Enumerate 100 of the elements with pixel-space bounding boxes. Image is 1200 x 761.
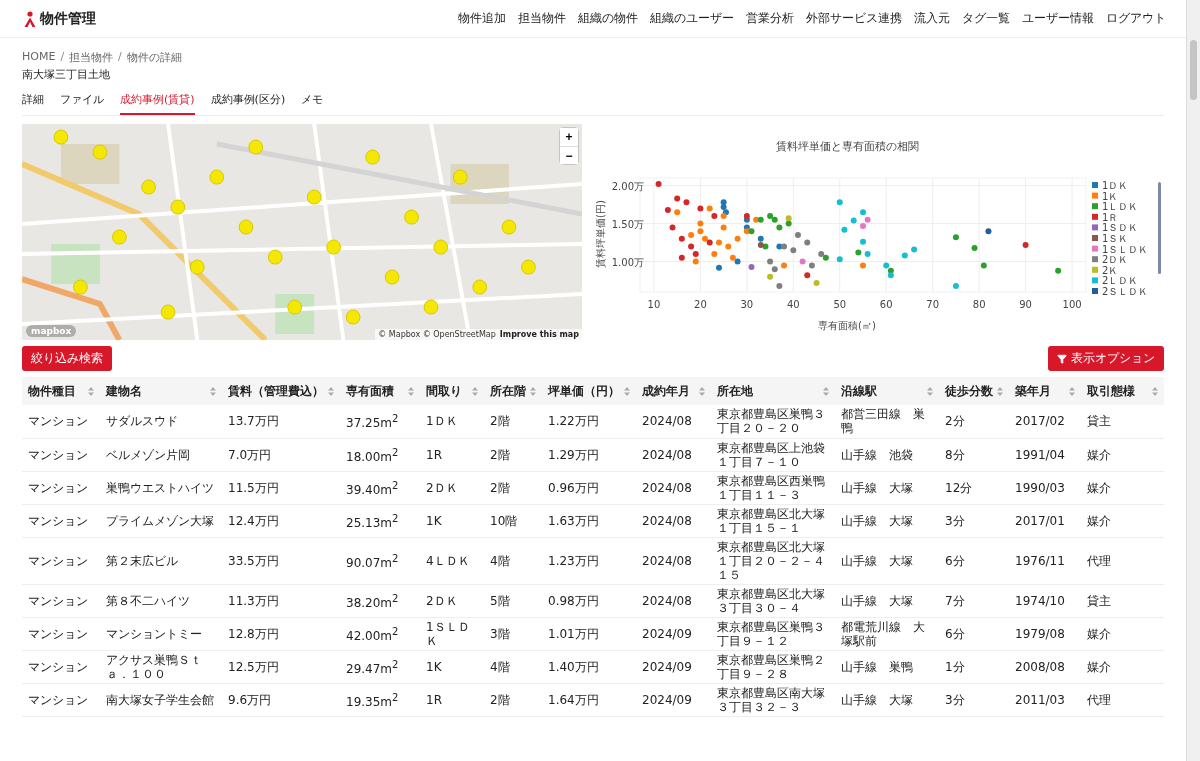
table-cell: 巣鴨ウエストハイツ [100, 471, 222, 504]
zoom-out-button[interactable]: − [560, 146, 578, 164]
sort-icon[interactable] [88, 386, 94, 396]
column-header[interactable]: 所在地 [717, 384, 753, 398]
breadcrumb-link[interactable]: 担当物件 [69, 50, 114, 65]
column-header[interactable]: 建物名 [106, 384, 142, 398]
legend-label[interactable]: 1Ｋ [1102, 190, 1119, 202]
nav-link[interactable]: 物件追加 [452, 10, 512, 27]
table-cell: 8分 [939, 438, 1009, 471]
table-cell: 4ＬＤＫ [420, 537, 484, 584]
table-cell: 山手線 大塚 [835, 584, 939, 617]
table-cell: 11.5万円 [222, 471, 340, 504]
breadcrumb-link[interactable]: 物件の詳細 [126, 50, 182, 65]
table-cell: 媒介 [1081, 504, 1164, 537]
table-cell: 3分 [939, 504, 1009, 537]
sort-icon[interactable] [823, 386, 829, 396]
x-tick-label: 10 [647, 299, 661, 310]
legend-label[interactable]: 1ＤＫ [1102, 180, 1129, 191]
nav-link[interactable]: ログアウト [1100, 10, 1172, 27]
table-cell: ベルメゾン片岡 [100, 438, 222, 471]
table-cell: 1991/04 [1009, 438, 1081, 471]
nav-link[interactable]: 担当物件 [512, 10, 572, 27]
table-cell: 2ＤＫ [420, 471, 484, 504]
nav-link[interactable]: 組織のユーザー [644, 10, 740, 27]
y-axis-title: 賃料坪単価(円) [595, 200, 606, 268]
breadcrumb-link[interactable]: HOME [22, 50, 56, 65]
display-options-button[interactable]: 表示オプション [1048, 346, 1164, 371]
legend-label[interactable]: 2ＳＬＤＫ [1102, 286, 1149, 297]
nav-link[interactable]: 営業分析 [740, 10, 800, 27]
table-cell: 都営三田線 巣鴨 [835, 405, 939, 438]
table-cell: 37.25m$^{2}$ [340, 405, 420, 438]
tab[interactable]: メモ [301, 88, 324, 115]
table-cell: 1990/03 [1009, 471, 1081, 504]
sort-icon[interactable] [624, 386, 630, 396]
table-cell: 5階 [484, 584, 542, 617]
table-cell: 東京都豊島区南大塚３丁目３２－３ [711, 683, 835, 716]
sort-icon[interactable] [472, 386, 478, 396]
sort-icon[interactable] [328, 386, 334, 396]
sort-icon[interactable] [927, 386, 933, 396]
tab[interactable]: 詳細 [22, 88, 44, 115]
table-cell: 1974/10 [1009, 584, 1081, 617]
table-cell: 東京都豊島区北大塚１丁目１５－１ [711, 504, 835, 537]
table-cell: 2階 [484, 438, 542, 471]
table-cell: 3階 [484, 617, 542, 650]
app-title: 物件管理 [40, 9, 96, 28]
sort-icon[interactable] [210, 386, 216, 396]
filter-search-button[interactable]: 絞り込み検索 [22, 346, 112, 371]
table-cell: 山手線 巣鴨 [835, 650, 939, 683]
table-cell: 山手線 大塚 [835, 504, 939, 537]
table-cell: マンション [22, 617, 100, 650]
table-cell: マンション [22, 405, 100, 438]
legend-label[interactable]: 1Ｒ [1102, 211, 1119, 223]
sort-icon[interactable] [1069, 386, 1075, 396]
table-cell: 1R [420, 438, 484, 471]
tab[interactable]: ファイル [60, 88, 104, 115]
sort-icon[interactable] [699, 386, 705, 396]
sort-icon[interactable] [1152, 386, 1158, 396]
nav-link[interactable]: 流入元 [908, 10, 956, 27]
x-tick-label: 100 [1062, 299, 1082, 310]
legend-label[interactable]: 1ＳＫ [1102, 233, 1129, 244]
x-tick-label: 20 [694, 299, 707, 310]
table-cell: 1R [420, 683, 484, 716]
legend-label[interactable]: 2Ｋ [1102, 264, 1119, 276]
table-cell: アクサス巣鴨Ｓｔａ．１００ [100, 650, 222, 683]
column-header[interactable]: 沿線駅 [841, 384, 877, 398]
table-cell: 0.96万円 [542, 471, 636, 504]
sort-icon[interactable] [530, 386, 536, 396]
table-cell: 1K [420, 504, 484, 537]
table-cell: マンション [22, 683, 100, 716]
table-cell: 東京都豊島区巣鴨３丁目２０－２０ [711, 405, 835, 438]
sort-icon[interactable] [408, 386, 414, 396]
tab[interactable]: 成約事例(区分) [210, 88, 286, 115]
sort-icon[interactable] [997, 386, 1003, 396]
table-cell: マンショントミー [100, 617, 222, 650]
tab[interactable]: 成約事例(賃貸) [120, 88, 195, 115]
table-cell: 1.23万円 [542, 537, 636, 584]
table-cell: 39.40m$^{2}$ [340, 471, 420, 504]
table-cell: 1.01万円 [542, 617, 636, 650]
table-cell: 4階 [484, 537, 542, 584]
improve-map-link[interactable]: Improve this map [499, 330, 579, 339]
page-title: 南大塚三丁目土地 [22, 67, 111, 82]
legend-label[interactable]: 1ＬＤＫ [1102, 201, 1139, 213]
nav-link[interactable]: 組織の物件 [572, 10, 644, 27]
table-cell: 1K [420, 650, 484, 683]
nav-link[interactable]: ユーザー情報 [1016, 10, 1100, 27]
table-cell: 第２末広ビル [100, 537, 222, 584]
legend-label[interactable]: 1ＳＬＤＫ [1102, 243, 1149, 255]
table-cell: 都電荒川線 大塚駅前 [835, 617, 939, 650]
table-cell: 第８不二ハイツ [100, 584, 222, 617]
legend-label[interactable]: 2ＤＫ [1102, 254, 1129, 266]
scrollbar-thumb[interactable] [1190, 40, 1197, 100]
legend-scrollbar[interactable] [1158, 182, 1161, 274]
legend-label[interactable]: 2ＬＤＫ [1102, 275, 1139, 287]
table-cell: 代理 [1081, 537, 1164, 584]
table-cell: 2024/09 [636, 683, 711, 716]
nav-link[interactable]: 外部サービス連携 [800, 10, 908, 27]
x-axis-title: 専有面積(㎡) [818, 320, 876, 331]
nav-link[interactable]: タグ一覧 [956, 10, 1016, 27]
table-cell: 南大塚女子学生会館 [100, 683, 222, 716]
legend-label[interactable]: 1ＳＤＫ [1102, 222, 1139, 234]
